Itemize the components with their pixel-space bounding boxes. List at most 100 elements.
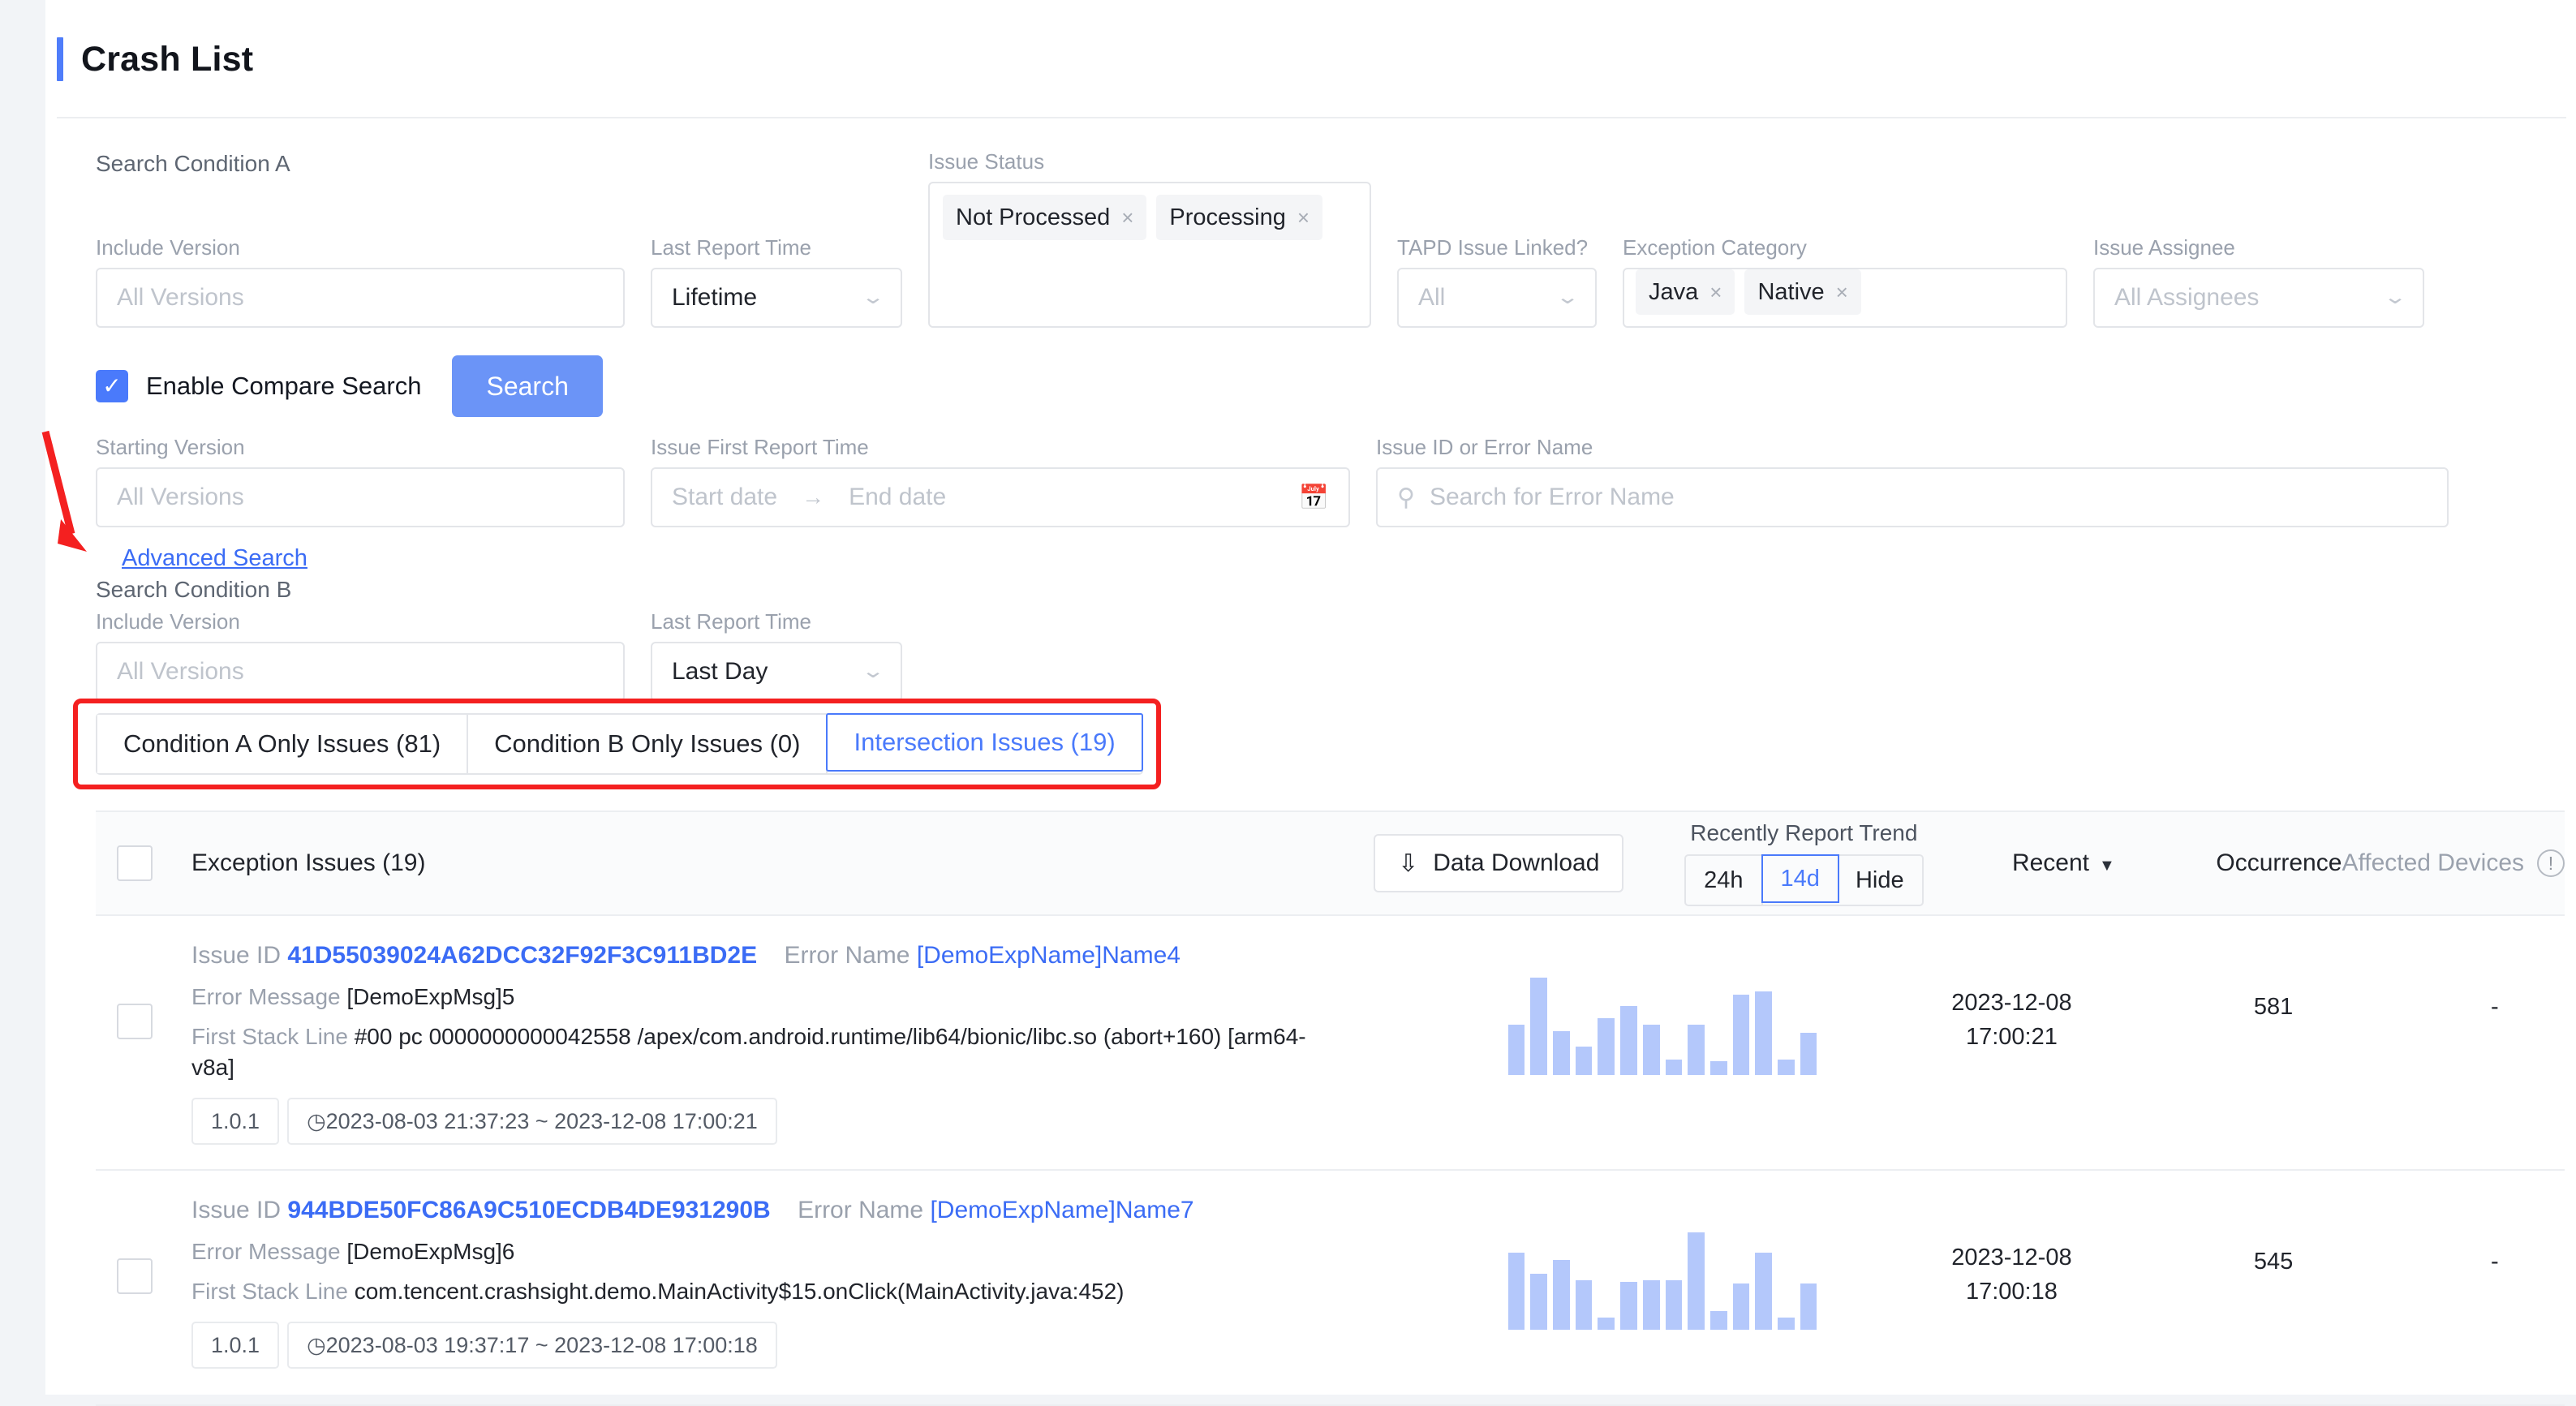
- issue-assignee-select[interactable]: All Assignees ⌄: [2093, 268, 2424, 328]
- error-message-label: Error Message: [191, 984, 341, 1009]
- trend-bar: [1598, 1317, 1615, 1330]
- field-include-version-b: Include Version All Versions: [96, 609, 625, 702]
- first-stack-line-label: First Stack Line: [191, 1024, 348, 1049]
- trend-bar: [1642, 1280, 1660, 1330]
- select-all-checkbox[interactable]: [117, 845, 153, 881]
- close-icon[interactable]: ×: [1709, 280, 1722, 305]
- issue-status-tag-label: Processing: [1169, 204, 1286, 230]
- issue-status-tag[interactable]: Processing ×: [1156, 195, 1323, 240]
- trend-bar: [1755, 991, 1773, 1075]
- data-download-label: Data Download: [1433, 849, 1600, 876]
- enable-compare-search-checkbox[interactable]: ✓: [96, 370, 128, 402]
- search-button[interactable]: Search: [452, 355, 603, 417]
- filters-condition-a: Include Version All Versions Last Report…: [41, 149, 2576, 552]
- calendar-icon[interactable]: 📅: [1299, 484, 1329, 512]
- clock-icon: ◷: [307, 1332, 326, 1357]
- enable-compare-search-label: Enable Compare Search: [146, 372, 422, 400]
- time-range-value: 2023-08-03 19:37:17 ~ 2023-12-08 17:00:1…: [325, 1332, 758, 1357]
- trend-bar: [1755, 1252, 1773, 1330]
- issue-id-or-error-name-label: Issue ID or Error Name: [1376, 435, 1593, 459]
- row-recent-time: 2023-12-08 17:00:21: [1901, 986, 2122, 1145]
- include-version-input-a[interactable]: All Versions: [96, 268, 625, 328]
- result-tabs: Condition A Only Issues (81) Condition B…: [96, 713, 1143, 775]
- close-icon[interactable]: ×: [1297, 205, 1310, 230]
- trend-bar: [1732, 1283, 1750, 1330]
- trend-bar: [1507, 1024, 1525, 1075]
- chevron-down-icon: ⌄: [860, 286, 886, 308]
- row-select-checkbox[interactable]: [117, 1258, 153, 1294]
- first-stack-line-value: com.tencent.crashsight.demo.MainActivity…: [354, 1279, 1125, 1304]
- table-row: Issue ID 41D55039024A62DCC32F92F3C911BD2…: [96, 916, 2565, 1171]
- exception-category-tag[interactable]: Java ×: [1636, 269, 1735, 315]
- error-name-label: Error Name: [784, 942, 910, 969]
- recent-sort-label: Recent: [2011, 849, 2089, 876]
- starting-version-label: Starting Version: [96, 435, 245, 459]
- exception-category-tagbox[interactable]: Java × Native ×: [1623, 268, 2067, 328]
- occurrence-header-label[interactable]: Occurrence: [2216, 849, 2342, 877]
- trend-range-segmented: 24h 14d Hide: [1684, 854, 1924, 906]
- issue-id-link[interactable]: 41D55039024A62DCC32F92F3C911BD2E: [287, 942, 757, 969]
- recent-date: 2023-12-08: [1951, 1245, 2072, 1271]
- issue-id-label: Issue ID: [191, 942, 282, 969]
- row-issue-line: Issue ID 41D55039024A62DCC32F92F3C911BD2…: [191, 942, 1369, 970]
- last-report-time-label-b: Last Report Time: [651, 609, 811, 634]
- issue-status-tag[interactable]: Not Processed ×: [943, 195, 1147, 240]
- field-last-report-time-b: Last Report Time Last Day ⌄: [651, 609, 902, 702]
- trend-bar: [1553, 1031, 1570, 1075]
- trend-bar: [1598, 1017, 1615, 1075]
- trend-bar: [1688, 1024, 1705, 1075]
- issue-status-label: Issue Status: [928, 149, 1045, 174]
- page-header: Crash List: [45, 0, 2576, 81]
- trend-option-24h[interactable]: 24h: [1686, 856, 1763, 905]
- starting-version-input[interactable]: All Versions: [96, 467, 625, 527]
- close-icon[interactable]: ×: [1121, 205, 1133, 230]
- trend-bar: [1778, 1060, 1795, 1075]
- issue-id-or-error-name-input[interactable]: ⚲ Search for Error Name: [1376, 467, 2449, 527]
- trend-bar: [1800, 1033, 1817, 1075]
- error-name-link[interactable]: [DemoExpName]Name7: [930, 1197, 1193, 1223]
- start-date-input[interactable]: Start date: [672, 484, 777, 511]
- clock-icon: ◷: [307, 1108, 326, 1133]
- title-accent-bar: [57, 37, 63, 81]
- tapd-issue-linked-select[interactable]: All ⌄: [1397, 268, 1597, 328]
- row-badges: 1.0.1 ◷ 2023-08-03 21:37:23 ~ 2023-12-08 …: [191, 1098, 1369, 1145]
- include-version-input-b[interactable]: All Versions: [96, 642, 625, 702]
- search-condition-b-label: Search Condition B: [96, 577, 292, 602]
- trend-bar: [1665, 1060, 1683, 1075]
- tab-condition-a-only[interactable]: Condition A Only Issues (81): [97, 715, 469, 773]
- trend-bar: [1530, 1274, 1548, 1330]
- affected-devices-header-label[interactable]: Affected Devices: [2342, 849, 2524, 877]
- issue-first-report-time-range[interactable]: Start date → End date 📅: [651, 467, 1350, 527]
- close-icon[interactable]: ×: [1836, 280, 1848, 305]
- trend-option-14d[interactable]: 14d: [1761, 854, 1839, 903]
- issue-id-label: Issue ID: [191, 1197, 282, 1223]
- issue-status-tagbox[interactable]: Not Processed × Processing ×: [928, 182, 1371, 328]
- filters-condition-b: Include Version All Versions Last Report…: [45, 603, 2576, 702]
- row-affected-devices: -: [2491, 994, 2499, 1020]
- issue-id-link[interactable]: 944BDE50FC86A9C510ECDB4DE931290B: [287, 1197, 770, 1223]
- field-issue-assignee: Issue Assignee All Assignees ⌄: [2093, 235, 2424, 328]
- download-icon: ⇩: [1398, 849, 1419, 877]
- row-badges: 1.0.1 ◷ 2023-08-03 19:37:17 ~ 2023-12-08 …: [191, 1322, 1369, 1369]
- check-icon: ✓: [102, 373, 122, 398]
- info-icon[interactable]: !: [2537, 849, 2565, 877]
- end-date-input[interactable]: End date: [849, 484, 946, 511]
- last-report-time-value-b: Last Day: [672, 658, 768, 685]
- last-report-time-select-a[interactable]: Lifetime ⌄: [651, 268, 902, 328]
- exception-category-tag[interactable]: Native ×: [1744, 269, 1861, 315]
- recent-sort-header[interactable]: Recent ▼: [1950, 849, 2177, 877]
- tab-intersection-issues[interactable]: Intersection Issues (19): [826, 713, 1143, 772]
- tapd-issue-linked-label: TAPD Issue Linked?: [1397, 235, 1589, 260]
- error-message-value: [DemoExpMsg]6: [346, 1239, 515, 1264]
- row-select-checkbox[interactable]: [117, 1004, 153, 1039]
- chevron-down-icon: ⌄: [1555, 286, 1580, 308]
- range-arrow-icon: →: [802, 484, 825, 510]
- tab-condition-b-only[interactable]: Condition B Only Issues (0): [468, 715, 828, 773]
- trend-option-hide[interactable]: Hide: [1838, 856, 1922, 905]
- trend-bar: [1620, 1006, 1637, 1075]
- include-version-label-a: Include Version: [96, 235, 240, 260]
- last-report-time-select-b[interactable]: Last Day ⌄: [651, 642, 902, 702]
- row-first-stack-line: First Stack Line com.tencent.crashsight.…: [191, 1276, 1344, 1307]
- data-download-button[interactable]: ⇩ Data Download: [1374, 834, 1624, 892]
- error-name-link[interactable]: [DemoExpName]Name4: [917, 942, 1180, 969]
